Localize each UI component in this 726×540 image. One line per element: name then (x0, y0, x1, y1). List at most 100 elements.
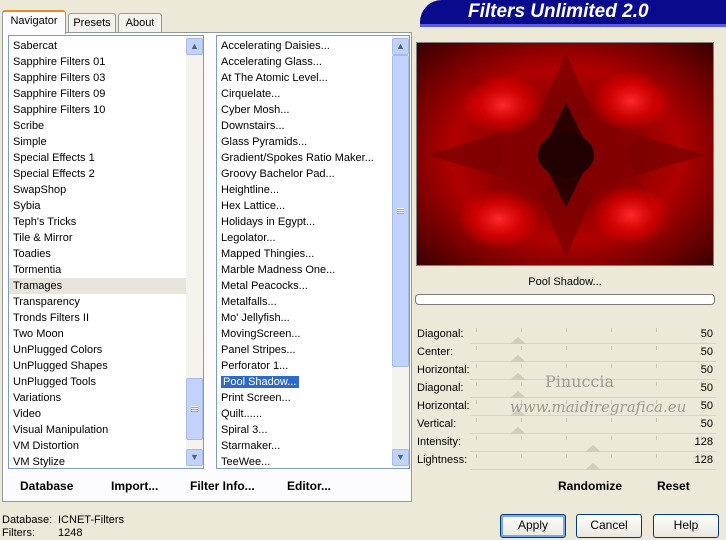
list-item[interactable]: Tramages (9, 278, 203, 294)
list-item[interactable]: Sabercat (9, 38, 203, 54)
list-item[interactable]: Tormentia (9, 262, 203, 278)
list-item[interactable]: Cyber Mosh... (217, 102, 409, 118)
list-item[interactable]: Visual Manipulation (9, 422, 203, 438)
slider-thumb[interactable] (510, 427, 527, 434)
scroll-down-icon[interactable]: ▼ (186, 449, 203, 466)
apply-button[interactable]: Apply (500, 514, 566, 538)
list-item-label: Accelerating Daisies... (221, 40, 330, 52)
slider-thumb[interactable] (510, 373, 527, 380)
tab-about[interactable]: About (118, 13, 162, 33)
cancel-button[interactable]: Cancel (576, 514, 642, 538)
list-item[interactable]: Teph's Tricks (9, 214, 203, 230)
parameter-slider[interactable]: Vertical: 50 (416, 416, 716, 434)
list-item-label: Cyber Mosh... (221, 104, 290, 116)
slider-thumb[interactable] (585, 445, 602, 452)
list-item[interactable]: Groovy Bachelor Pad... (217, 166, 409, 182)
parameter-value: 50 (700, 400, 713, 412)
list-item[interactable]: Tile & Mirror (9, 230, 203, 246)
list-item[interactable]: Cirquelate... (217, 86, 409, 102)
tab-presets[interactable]: Presets (68, 13, 116, 33)
list-item[interactable]: TeeWee... (217, 454, 409, 468)
list-item-label: Metal Peacocks... (221, 280, 308, 292)
list-item[interactable]: Special Effects 1 (9, 150, 203, 166)
list-item[interactable]: Metalfalls... (217, 294, 409, 310)
filter-info-button[interactable]: Filter Info... (190, 479, 255, 493)
filter-list[interactable]: Accelerating Daisies... Accelerating Glas… (216, 35, 410, 469)
list-item-label: Mapped Thingies... (221, 248, 315, 260)
slider-thumb[interactable] (510, 337, 527, 344)
list-item-label: Perforator 1... (221, 360, 289, 372)
list-item[interactable]: Downstairs... (217, 118, 409, 134)
editor-button[interactable]: Editor... (287, 479, 331, 493)
list-item[interactable]: VM Distortion (9, 438, 203, 454)
list-item[interactable]: Toadies (9, 246, 203, 262)
list-item-label: Starmaker... (221, 440, 281, 452)
list-item[interactable]: UnPlugged Colors (9, 342, 203, 358)
list-item[interactable]: Heightline... (217, 182, 409, 198)
tab-navigator[interactable]: Navigator (2, 10, 66, 34)
scroll-thumb[interactable] (392, 55, 409, 367)
import-button[interactable]: Import... (111, 479, 158, 493)
help-button[interactable]: Help (653, 514, 719, 538)
list-item[interactable]: VM Stylize (9, 454, 203, 468)
list-item[interactable]: Gradient/Spokes Ratio Maker... (217, 150, 409, 166)
list-item-label: Sybia (13, 200, 41, 212)
list-item[interactable]: At The Atomic Level... (217, 70, 409, 86)
list-item[interactable]: Sybia (9, 198, 203, 214)
scroll-thumb[interactable] (186, 378, 203, 440)
reset-button[interactable]: Reset (657, 479, 690, 493)
list-item[interactable]: Metal Peacocks... (217, 278, 409, 294)
category-list[interactable]: Sabercat Sapphire Filters 01 Sapphire Filt… (8, 35, 204, 469)
watermark-url: www.maidiregrafica.eu (510, 398, 687, 416)
list-item[interactable]: UnPlugged Tools (9, 374, 203, 390)
list-item[interactable]: Marble Madness One... (217, 262, 409, 278)
list-item[interactable]: Sapphire Filters 03 (9, 70, 203, 86)
list-item[interactable]: Video (9, 406, 203, 422)
list-item[interactable]: Two Moon (9, 326, 203, 342)
list-item[interactable]: Holidays in Egypt... (217, 214, 409, 230)
filter-scrollbar[interactable]: ▲ ▼ (392, 36, 409, 468)
list-item[interactable]: Mapped Thingies... (217, 246, 409, 262)
parameter-slider[interactable]: Diagonal: 50 (416, 326, 716, 344)
slider-thumb[interactable] (585, 463, 602, 470)
list-item[interactable]: Scribe (9, 118, 203, 134)
parameter-slider[interactable]: Lightness: 128 (416, 452, 716, 470)
list-item[interactable]: Legolator... (217, 230, 409, 246)
randomize-button[interactable]: Randomize (558, 479, 622, 493)
list-item[interactable]: Print Screen... (217, 390, 409, 406)
list-item[interactable]: Tronds Filters II (9, 310, 203, 326)
list-item[interactable]: Perforator 1... (217, 358, 409, 374)
slider-thumb[interactable] (510, 355, 527, 362)
preview-caption: Pool Shadow... (528, 276, 602, 288)
category-scrollbar[interactable]: ▲ ▼ (186, 36, 203, 468)
list-item[interactable]: Variations (9, 390, 203, 406)
list-item[interactable]: Accelerating Glass... (217, 54, 409, 70)
slider-thumb[interactable] (510, 391, 527, 398)
scroll-up-icon[interactable]: ▲ (186, 38, 203, 55)
list-item[interactable]: Special Effects 2 (9, 166, 203, 182)
parameter-slider[interactable]: Center: 50 (416, 344, 716, 362)
parameter-slider[interactable]: Intensity: 128 (416, 434, 716, 452)
scroll-up-icon[interactable]: ▲ (392, 38, 409, 55)
scroll-down-icon[interactable]: ▼ (392, 449, 409, 466)
list-item[interactable]: Sapphire Filters 09 (9, 86, 203, 102)
list-item[interactable]: Hex Lattice... (217, 198, 409, 214)
list-item-label: Print Screen... (221, 392, 291, 404)
list-item[interactable]: Quilt...... (217, 406, 409, 422)
list-item[interactable]: Transparency (9, 294, 203, 310)
list-item[interactable]: Starmaker... (217, 438, 409, 454)
list-item[interactable]: UnPlugged Shapes (9, 358, 203, 374)
list-item[interactable]: Sapphire Filters 01 (9, 54, 203, 70)
list-item[interactable]: Simple (9, 134, 203, 150)
list-item[interactable]: Spiral 3... (217, 422, 409, 438)
list-item[interactable]: Accelerating Daisies... (217, 38, 409, 54)
list-item[interactable]: MovingScreen... (217, 326, 409, 342)
list-item[interactable]: Mo' Jellyfish... (217, 310, 409, 326)
list-item[interactable]: Sapphire Filters 10 (9, 102, 203, 118)
database-button[interactable]: Database (20, 479, 73, 493)
list-item[interactable]: Glass Pyramids... (217, 134, 409, 150)
list-item[interactable]: SwapShop (9, 182, 203, 198)
list-item[interactable]: Panel Stripes... (217, 342, 409, 358)
status-filters-label: Filters: (2, 527, 35, 539)
list-item[interactable]: Pool Shadow... (217, 374, 409, 390)
